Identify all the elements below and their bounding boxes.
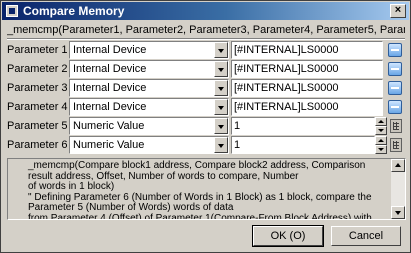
address-input-icon[interactable]	[388, 62, 402, 76]
parameter-type-value: Numeric Value	[73, 139, 145, 151]
function-syntax: _memcmp(Parameter1, Parameter2, Paramete…	[7, 24, 405, 36]
parameter-row-6: Parameter 6 Numeric Value 1	[1, 136, 411, 154]
address-value: [#INTERNAL]LS0000	[234, 101, 339, 113]
address-field[interactable]: [#INTERNAL]LS0000	[231, 60, 383, 78]
parameter-type-select[interactable]: Internal Device	[69, 41, 229, 59]
close-button[interactable]: ×	[390, 4, 406, 18]
separator	[7, 38, 405, 40]
scroll-up-icon[interactable]	[391, 159, 405, 172]
parameter-type-value: Numeric Value	[73, 120, 145, 132]
address-value: [#INTERNAL]LS0000	[234, 63, 339, 75]
cancel-button[interactable]: Cancel	[331, 226, 401, 246]
spin-up-icon[interactable]	[375, 136, 387, 145]
scroll-down-icon[interactable]	[391, 206, 405, 219]
spin-down-icon[interactable]	[375, 145, 387, 154]
parameter-type-select[interactable]: Internal Device	[69, 60, 229, 78]
dropdown-arrow-icon[interactable]	[214, 137, 228, 153]
parameter-type-select[interactable]: Numeric Value	[69, 136, 229, 154]
ok-button[interactable]: OK (O)	[252, 225, 324, 247]
numeric-value: 1	[234, 139, 241, 151]
address-input-icon[interactable]	[388, 43, 402, 57]
app-icon	[6, 5, 18, 17]
address-field[interactable]: [#INTERNAL]LS0000	[231, 98, 383, 116]
parameter-label: Parameter 2	[7, 63, 68, 75]
parameter-type-value: Internal Device	[73, 82, 147, 94]
address-field[interactable]: [#INTERNAL]LS0000	[231, 79, 383, 97]
parameter-label: Parameter 6	[7, 139, 68, 151]
description-text: _memcmp(Compare block1 address, Compare …	[28, 160, 372, 220]
spin-down-icon[interactable]	[375, 126, 387, 135]
parameter-row-4: Parameter 4 Internal Device [#INTERNAL]L…	[1, 98, 411, 116]
parameter-type-select[interactable]: Internal Device	[69, 98, 229, 116]
compare-memory-dialog: Compare Memory × _memcmp(Parameter1, Par…	[0, 0, 411, 253]
address-value: [#INTERNAL]LS0000	[234, 44, 339, 56]
parameter-type-value: Internal Device	[73, 63, 147, 75]
parameter-row-1: Parameter 1 Internal Device [#INTERNAL]L…	[1, 41, 411, 59]
dropdown-arrow-icon[interactable]	[214, 80, 228, 96]
parameter-row-2: Parameter 2 Internal Device [#INTERNAL]L…	[1, 60, 411, 78]
keypad-icon[interactable]	[390, 119, 402, 133]
parameter-type-select[interactable]: Internal Device	[69, 79, 229, 97]
spin-up-icon[interactable]	[375, 117, 387, 126]
parameter-row-5: Parameter 5 Numeric Value 1	[1, 117, 411, 135]
address-value: [#INTERNAL]LS0000	[234, 82, 339, 94]
parameter-label: Parameter 3	[7, 82, 68, 94]
parameter-label: Parameter 1	[7, 44, 68, 56]
dropdown-arrow-icon[interactable]	[214, 42, 228, 58]
window-title: Compare Memory	[23, 4, 125, 18]
address-input-icon[interactable]	[388, 81, 402, 95]
dropdown-arrow-icon[interactable]	[214, 61, 228, 77]
description-box[interactable]: _memcmp(Compare block1 address, Compare …	[7, 158, 406, 220]
title-bar[interactable]: Compare Memory ×	[2, 2, 409, 20]
address-input-icon[interactable]	[388, 100, 402, 114]
parameter-type-value: Internal Device	[73, 101, 147, 113]
keypad-icon[interactable]	[390, 138, 402, 152]
numeric-value: 1	[234, 120, 241, 132]
parameter-label: Parameter 4	[7, 101, 68, 113]
address-field[interactable]: [#INTERNAL]LS0000	[231, 41, 383, 59]
parameter-row-3: Parameter 3 Internal Device [#INTERNAL]L…	[1, 79, 411, 97]
numeric-field[interactable]: 1	[231, 136, 375, 154]
parameter-type-select[interactable]: Numeric Value	[69, 117, 229, 135]
dropdown-arrow-icon[interactable]	[214, 118, 228, 134]
numeric-field[interactable]: 1	[231, 117, 375, 135]
description-scrollbar[interactable]	[391, 159, 405, 219]
parameter-type-value: Internal Device	[73, 44, 147, 56]
dropdown-arrow-icon[interactable]	[214, 99, 228, 115]
parameter-label: Parameter 5	[7, 120, 68, 132]
